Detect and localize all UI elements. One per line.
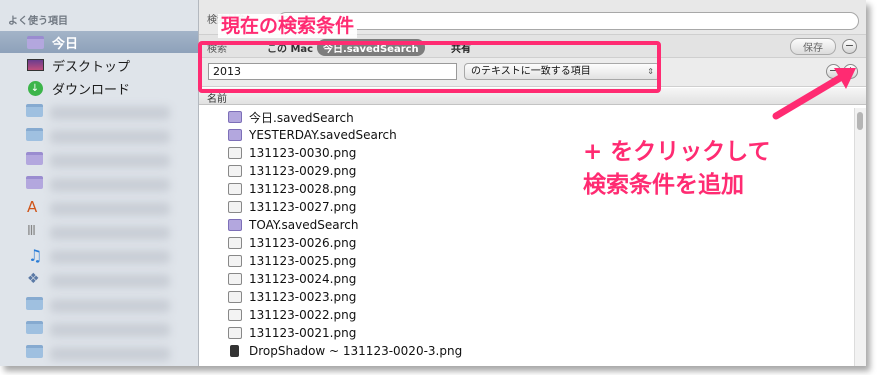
annotation-arrow-icon [772, 68, 856, 120]
png-file-icon [228, 255, 242, 267]
folder-icon[interactable] [26, 345, 43, 358]
png-file-icon [228, 309, 242, 321]
folder-icon[interactable] [26, 297, 43, 310]
file-name: 131123-0024.png [249, 272, 357, 286]
annotation-title: 現在の検索条件 [218, 14, 358, 38]
dropshadow-file-icon [230, 345, 239, 357]
png-file-icon [228, 183, 242, 195]
list-item[interactable]: 131123-0024.png [199, 270, 854, 288]
file-name: 131123-0021.png [249, 326, 357, 340]
library-icon[interactable]: Ⅲ [27, 224, 36, 239]
annotation-note-line2: 検索条件を追加 [583, 172, 744, 198]
hidden-item[interactable] [50, 323, 170, 337]
png-file-icon [228, 147, 242, 159]
search-input[interactable]: ⚲ [277, 12, 859, 30]
list-item[interactable]: 131123-0022.png [199, 306, 854, 324]
finder-window: よく使う項目 今日 デスクトップ ↓ ダウンロード A Ⅲ ♫ ❖ 検索 この … [0, 0, 866, 366]
sidebar-item-label: デスクトップ [52, 59, 131, 75]
png-file-icon [228, 237, 242, 249]
hidden-item[interactable] [50, 299, 170, 313]
folder-icon[interactable] [26, 321, 43, 334]
saved-search-icon [228, 111, 242, 123]
hidden-item[interactable] [50, 274, 170, 288]
file-name: 131123-0022.png [249, 308, 357, 322]
list-item[interactable]: 今日.savedSearch [199, 108, 854, 126]
applications-icon[interactable]: A [27, 198, 37, 216]
list-item[interactable]: 131123-0023.png [199, 288, 854, 306]
file-name: 131123-0027.png [249, 200, 357, 214]
sidebar: よく使う項目 今日 デスクトップ ↓ ダウンロード A Ⅲ ♫ ❖ [0, 0, 199, 366]
file-name: 131123-0029.png [249, 164, 357, 178]
saved-search-icon[interactable] [26, 176, 43, 189]
hidden-item[interactable] [50, 154, 170, 168]
sidebar-item-desktop[interactable]: デスクトップ [0, 54, 198, 76]
file-name: 131123-0026.png [249, 236, 357, 250]
saved-search-icon [26, 35, 44, 49]
vertical-scrollbar[interactable] [854, 108, 866, 366]
hidden-item[interactable] [50, 178, 170, 192]
annotation-note: + をクリックして 検索条件を追加 [583, 136, 771, 202]
sidebar-item-today[interactable]: 今日 [0, 31, 198, 53]
hidden-item[interactable] [50, 226, 170, 240]
save-button[interactable]: 保存 [790, 38, 836, 55]
remove-search-button[interactable]: − [842, 39, 857, 54]
dropbox-icon[interactable]: ❖ [27, 271, 40, 287]
sidebar-item-downloads[interactable]: ↓ ダウンロード [0, 77, 198, 99]
file-name: 131123-0028.png [249, 182, 357, 196]
hidden-item[interactable] [50, 347, 170, 361]
folder-icon[interactable] [26, 104, 43, 117]
list-item[interactable]: 131123-0025.png [199, 252, 854, 270]
download-icon: ↓ [26, 80, 44, 96]
png-file-icon [228, 273, 242, 285]
hidden-item[interactable] [50, 202, 170, 216]
saved-search-icon [228, 129, 242, 141]
file-name: 131123-0025.png [249, 254, 357, 268]
hidden-item[interactable] [50, 106, 170, 120]
png-file-icon [228, 291, 242, 303]
list-item[interactable]: 131123-0026.png [199, 234, 854, 252]
file-name: YESTERDAY.savedSearch [249, 128, 397, 142]
hidden-item[interactable] [50, 250, 170, 264]
file-name: DropShadow ~ 131123-0020-3.png [249, 344, 463, 358]
file-name: 131123-0023.png [249, 290, 357, 304]
annotation-highlight-box [198, 41, 661, 93]
list-item[interactable]: 131123-0021.png [199, 324, 854, 342]
annotation-note-line1: + をクリックして [583, 139, 771, 165]
png-file-icon [228, 201, 242, 213]
sidebar-item-label: ダウンロード [52, 82, 131, 98]
desktop-icon [26, 58, 44, 72]
sidebar-item-label: 今日 [52, 36, 79, 52]
music-icon[interactable]: ♫ [28, 246, 42, 265]
sidebar-header: よく使う項目 [8, 16, 68, 27]
png-file-icon [228, 327, 242, 339]
list-item[interactable]: TOAY.savedSearch [199, 216, 854, 234]
saved-search-icon[interactable] [26, 152, 43, 165]
file-name: 131123-0030.png [249, 146, 357, 160]
file-name: TOAY.savedSearch [249, 218, 359, 232]
folder-icon[interactable] [26, 128, 43, 141]
png-file-icon [228, 165, 242, 177]
saved-search-icon [228, 219, 242, 231]
hidden-item[interactable] [50, 130, 170, 144]
list-item[interactable]: DropShadow ~ 131123-0020-3.png [199, 342, 854, 360]
file-name: 今日.savedSearch [249, 110, 354, 125]
